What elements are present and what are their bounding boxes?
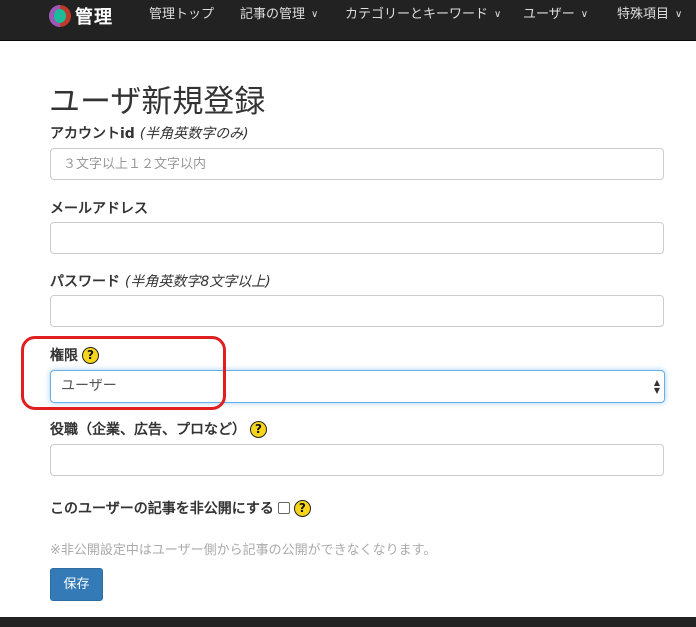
brand-title: 管理 <box>75 7 113 28</box>
email-input[interactable] <box>50 222 664 254</box>
password-label-text: パスワード <box>50 274 120 290</box>
account-id-input[interactable] <box>50 148 664 180</box>
help-icon[interactable]: ? <box>250 420 267 438</box>
private-label: このユーザーの記事を非公開にする? <box>50 498 311 518</box>
nav-item-label: ユーザー <box>523 7 575 22</box>
chevron-down-icon: ∨ <box>675 9 683 20</box>
save-button[interactable]: 保存 <box>50 568 103 601</box>
highlight-annotation <box>21 336 226 410</box>
nav-item-label: カテゴリーとキーワード <box>345 7 489 22</box>
chevron-down-icon: ∨ <box>580 9 589 20</box>
password-note: (半角英数字8文字以上) <box>124 274 271 290</box>
nav-item-admin-top[interactable]: 管理トップ <box>149 0 214 30</box>
footer-bar <box>0 617 696 627</box>
logo-icon <box>49 5 71 27</box>
nav-item-special[interactable]: 特殊項目 ∨ <box>617 0 682 30</box>
position-label: 役職（企業、広告、プロなど）? <box>50 419 267 439</box>
email-label: メールアドレス <box>50 201 148 217</box>
nav-item-categories[interactable]: カテゴリーとキーワード ∨ <box>345 0 501 30</box>
select-arrows-icon: ▲ ▼ <box>653 378 660 395</box>
brand-link[interactable]: 管理 <box>49 4 113 28</box>
nav-item-label: 記事の管理 <box>240 7 306 22</box>
position-label-text: 役職（企業、広告、プロなど） <box>50 422 246 438</box>
account-id-label: アカウントid (半角英数字のみ) <box>50 123 249 143</box>
account-id-note: (半角英数字のみ) <box>139 126 249 142</box>
private-note: ※非公開設定中はユーザー側から記事の公開ができなくなります。 <box>50 543 437 558</box>
top-navbar: 管理 管理トップ 記事の管理 ∨ カテゴリーとキーワード ∨ ユーザー ∨ 特殊項目 ∨ <box>0 0 696 41</box>
help-icon[interactable]: ? <box>293 499 311 517</box>
private-label-text: このユーザーの記事を非公開にする <box>50 501 274 517</box>
password-label: パスワード (半角英数字8文字以上) <box>50 271 271 291</box>
nav-item-label: 特殊項目 <box>617 7 670 22</box>
position-input[interactable] <box>50 444 664 476</box>
account-id-label-text: アカウントid <box>50 126 135 142</box>
nav-item-label: 管理トップ <box>149 7 215 22</box>
nav-item-articles[interactable]: 記事の管理 ∨ <box>240 0 318 30</box>
chevron-down-icon: ∨ <box>311 9 319 20</box>
page-title: ユーザ新規登録 <box>49 84 266 120</box>
password-input[interactable] <box>50 295 664 327</box>
nav-item-users[interactable]: ユーザー ∨ <box>523 0 588 30</box>
chevron-down-icon: ∨ <box>494 9 502 20</box>
private-checkbox[interactable] <box>277 502 290 514</box>
